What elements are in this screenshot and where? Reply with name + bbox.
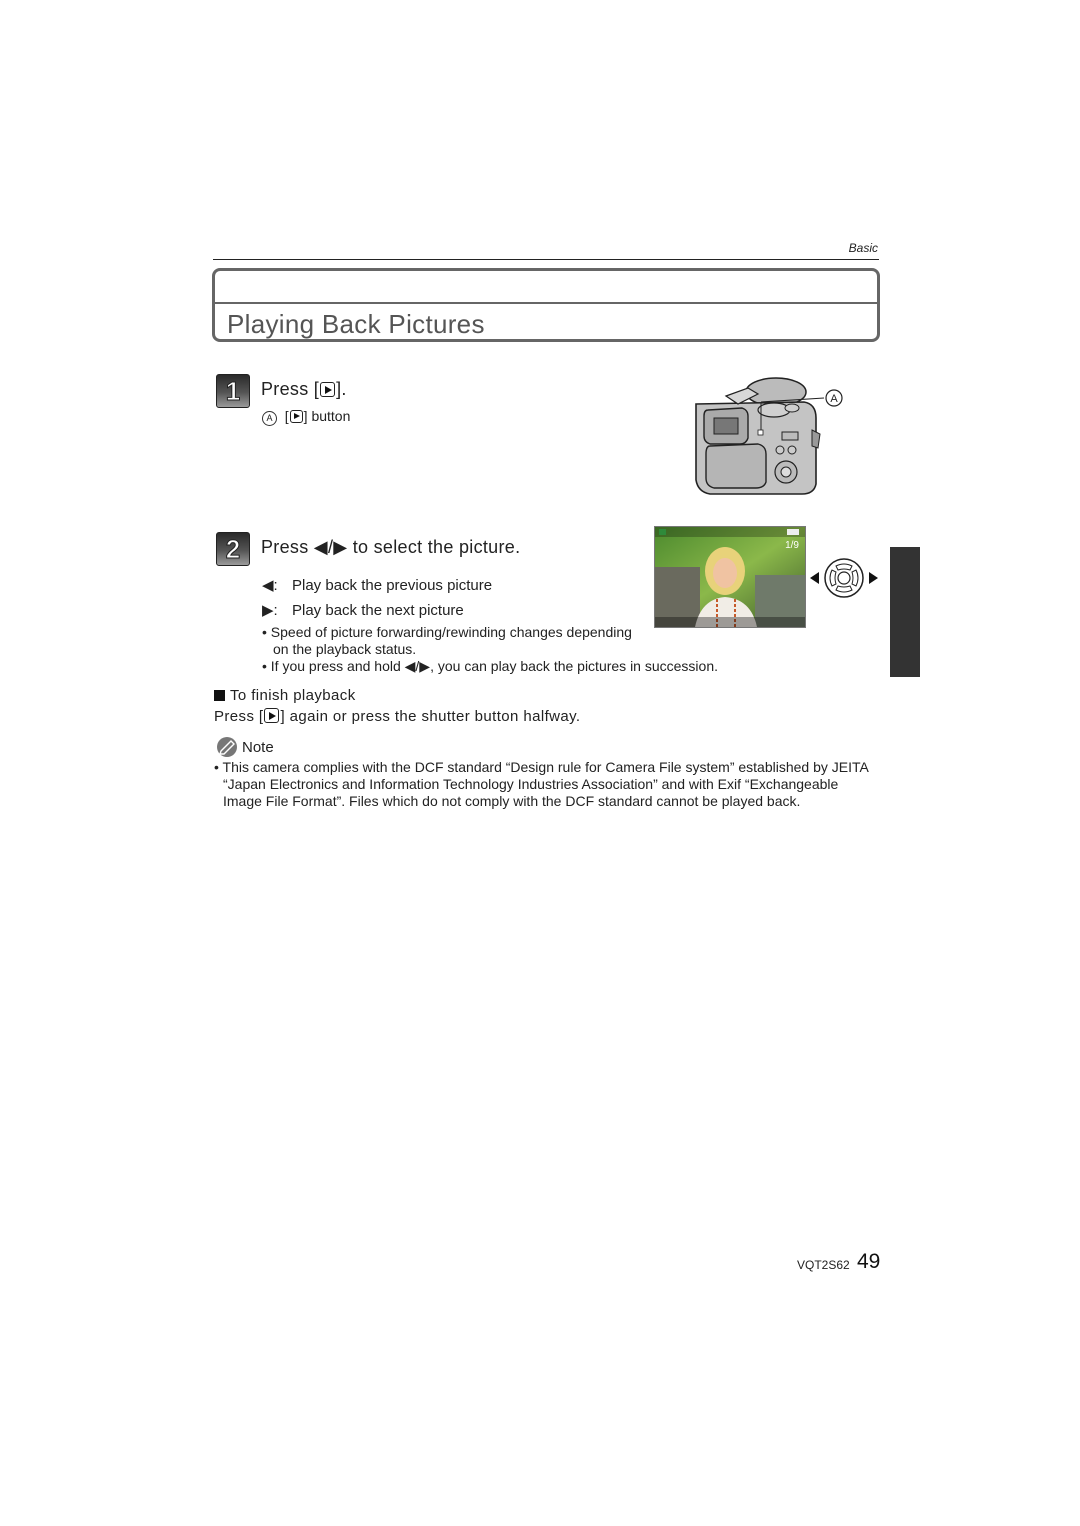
- picture-counter: 1/9: [785, 540, 799, 551]
- title-box: Playing Back Pictures: [212, 268, 880, 342]
- next-picture-item: ▶: Play back the next picture: [262, 601, 464, 619]
- finish-playback-heading: To finish playback: [214, 687, 356, 704]
- play-button-icon: [320, 382, 336, 397]
- section-label: Basic: [848, 241, 878, 255]
- step-2-heading: Press ◀/▶ to select the picture.: [261, 537, 521, 557]
- finish-body-suffix: ] again or press the shutter button half…: [280, 708, 581, 725]
- hold-note: • If you press and hold ◀/▶, you can pla…: [262, 658, 719, 674]
- step-1-heading: Press [].: [261, 379, 347, 400]
- playback-photo: 1/9: [655, 527, 805, 627]
- note-heading: Note: [216, 736, 274, 758]
- finish-playback-body: Press [ ] again or press the shutter butt…: [214, 708, 580, 725]
- finish-body-prefix: Press [: [214, 708, 264, 725]
- header-rule: [213, 259, 879, 260]
- page-title: Playing Back Pictures: [227, 309, 485, 339]
- speed-note: • Speed of picture forwarding/rewinding …: [262, 624, 632, 657]
- callout-suffix: ] button: [303, 408, 351, 424]
- step-1-badge: 1: [216, 374, 250, 408]
- chapter-side-tab: [890, 547, 920, 677]
- step-2-badge: 2: [216, 532, 250, 566]
- callout-letter-a: A: [262, 411, 277, 426]
- left-arrow-icon: [810, 572, 819, 584]
- callout-prefix: [: [284, 408, 289, 424]
- play-button-icon: [289, 410, 303, 423]
- playback-screen-image: 1/9: [654, 526, 806, 628]
- document-code: VQT2S62: [797, 1258, 850, 1272]
- previous-picture-text: Play back the previous picture: [292, 577, 493, 594]
- right-arrow-icon: [869, 572, 878, 584]
- cursor-button-illustration: [810, 558, 878, 598]
- camera-callout-a: A: [830, 393, 838, 405]
- note-text: • This camera complies with the DCF stan…: [214, 759, 869, 809]
- right-arrow-key: ▶:: [262, 602, 278, 619]
- left-arrow-key: ◀:: [262, 577, 278, 594]
- step-1-callout: A [ ] button: [262, 408, 350, 426]
- play-button-icon: [264, 708, 280, 723]
- title-divider: [215, 302, 877, 304]
- square-bullet-icon: [214, 690, 225, 701]
- step-1-heading-prefix: Press [: [261, 379, 320, 399]
- finish-playback-title: To finish playback: [230, 687, 356, 704]
- note-pencil-icon: [217, 737, 237, 757]
- page-number: 49: [857, 1250, 881, 1273]
- note-label: Note: [242, 738, 274, 756]
- next-picture-text: Play back the next picture: [292, 602, 464, 619]
- previous-picture-item: ◀: Play back the previous picture: [262, 576, 492, 594]
- camera-illustration: A: [695, 377, 843, 495]
- step-1-heading-suffix: ].: [336, 379, 347, 399]
